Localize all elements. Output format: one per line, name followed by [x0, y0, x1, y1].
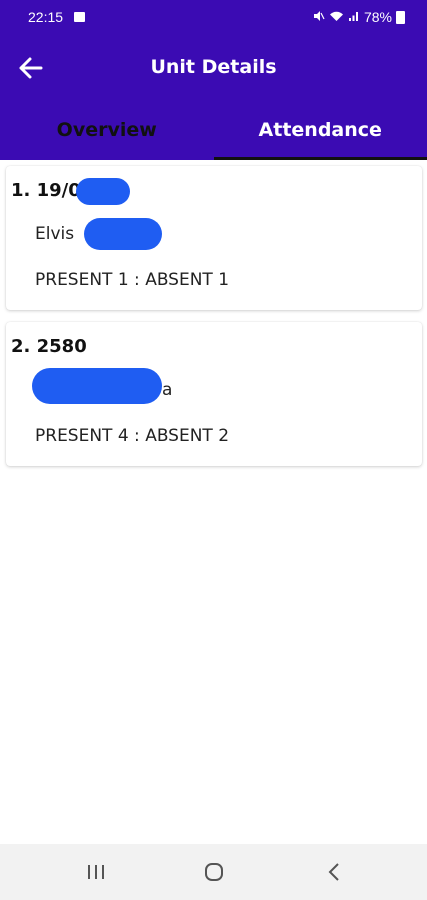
wifi-icon — [329, 10, 344, 25]
page-title: Unit Details — [150, 56, 277, 78]
battery-icon — [396, 10, 405, 24]
redaction-mark — [84, 218, 162, 250]
list-item[interactable]: 2. 2580 a PRESENT 4 : ABSENT 2 — [6, 322, 422, 466]
attendance-summary: PRESENT 1 : ABSENT 1 — [35, 270, 230, 290]
status-icons: 78% — [313, 9, 405, 25]
redaction-mark — [76, 178, 130, 205]
attendance-list: 1. 19/01 Elvis PRESENT 1 : ABSENT 1 2. 2… — [6, 166, 422, 478]
nav-back-button[interactable] — [314, 858, 354, 886]
screen: 22:15 78% Unit Details Overview Attendan… — [0, 0, 427, 900]
redaction-mark — [32, 368, 162, 404]
status-time: 22:15 — [28, 9, 64, 25]
tab-bar: Overview Attendance — [0, 100, 427, 160]
mute-icon — [313, 10, 325, 25]
battery-percent: 78% — [363, 9, 392, 25]
tab-attendance[interactable]: Attendance — [213, 100, 427, 160]
status-bar: 22:15 78% — [0, 0, 427, 36]
recent-apps-icon — [88, 865, 104, 879]
tab-overview[interactable]: Overview — [0, 100, 214, 160]
system-nav-bar — [0, 844, 427, 900]
back-icon — [328, 863, 339, 881]
home-button[interactable] — [194, 858, 234, 886]
list-item[interactable]: 1. 19/01 Elvis PRESENT 1 : ABSENT 1 — [6, 166, 422, 310]
record-number: 2. 2580 — [11, 336, 87, 357]
recent-apps-button[interactable] — [76, 858, 116, 886]
record-name: Elvis — [35, 224, 75, 244]
attendance-summary: PRESENT 4 : ABSENT 2 — [35, 426, 230, 446]
record-name: a — [162, 380, 173, 400]
signal-icon — [348, 10, 360, 25]
gallery-icon — [74, 12, 85, 22]
home-icon — [205, 863, 223, 881]
app-bar: Unit Details — [0, 36, 427, 100]
